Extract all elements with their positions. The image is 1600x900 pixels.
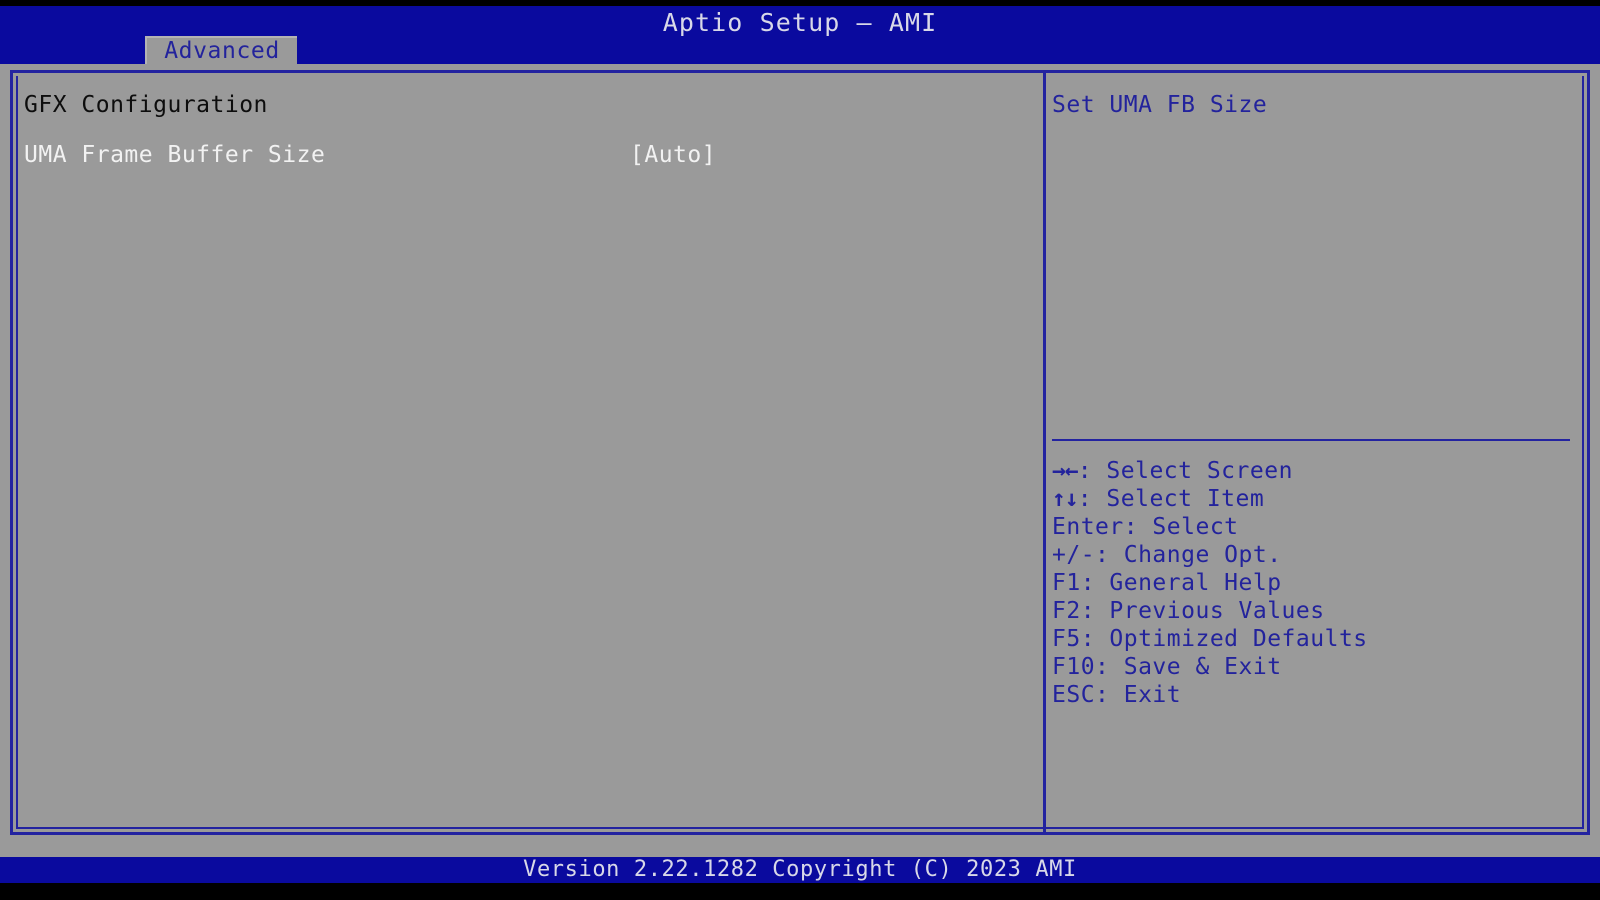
key-legend-row: ESC: Exit	[1052, 681, 1572, 709]
key-legend-row: F1: General Help	[1052, 569, 1572, 597]
options-pane: GFX Configuration UMA Frame Buffer Size …	[24, 80, 1034, 828]
key-legend-text: F1: General Help	[1052, 570, 1282, 596]
key-legend-row: Enter: Select	[1052, 513, 1572, 541]
key-legend-row: F10: Save & Exit	[1052, 653, 1572, 681]
key-legend-row: F2: Previous Values	[1052, 597, 1572, 625]
arrow-left-right-icon: →←	[1052, 458, 1079, 484]
arrow-up-down-icon: ↑↓	[1052, 486, 1079, 512]
panel-vertical-divider	[1043, 73, 1046, 833]
section-heading-gfx-configuration: GFX Configuration	[24, 92, 268, 118]
option-label-uma-frame-buffer-size[interactable]: UMA Frame Buffer Size	[24, 140, 325, 170]
page-title: Aptio Setup – AMI	[662, 8, 938, 37]
key-legend-text: +/-: Change Opt.	[1052, 542, 1282, 568]
menu-tab-bar: Advanced	[0, 36, 1600, 66]
key-legend-text: Enter: Select	[1052, 514, 1239, 540]
bios-setup-screen: Aptio Setup – AMI Advanced GFX Configura…	[0, 0, 1600, 900]
key-legend-text: : Select Screen	[1077, 458, 1293, 484]
help-separator	[1052, 439, 1570, 441]
version-copyright-text: Version 2.22.1282 Copyright (C) 2023 AMI	[523, 857, 1077, 882]
key-legend-text: F2: Previous Values	[1052, 598, 1325, 624]
key-legend-row: F5: Optimized Defaults	[1052, 625, 1572, 653]
key-legend-row: +/-: Change Opt.	[1052, 541, 1572, 569]
option-value-uma-frame-buffer-size[interactable]: [Auto]	[630, 140, 716, 170]
key-legend-row: ↑↓: Select Item	[1052, 485, 1572, 513]
key-legend-text: F5: Optimized Defaults	[1052, 626, 1368, 652]
help-pane: Set UMA FB Size →←: Select Screen ↑↓: Se…	[1052, 80, 1572, 828]
tab-advanced[interactable]: Advanced	[145, 36, 297, 65]
key-legend-row: →←: Select Screen	[1052, 457, 1572, 485]
key-legend-text: F10: Save & Exit	[1052, 654, 1282, 680]
key-legend: →←: Select Screen ↑↓: Select Item Enter:…	[1052, 457, 1572, 709]
key-legend-text: ESC: Exit	[1052, 682, 1182, 708]
help-description: Set UMA FB Size	[1052, 92, 1268, 118]
key-legend-text: : Select Item	[1077, 486, 1265, 512]
